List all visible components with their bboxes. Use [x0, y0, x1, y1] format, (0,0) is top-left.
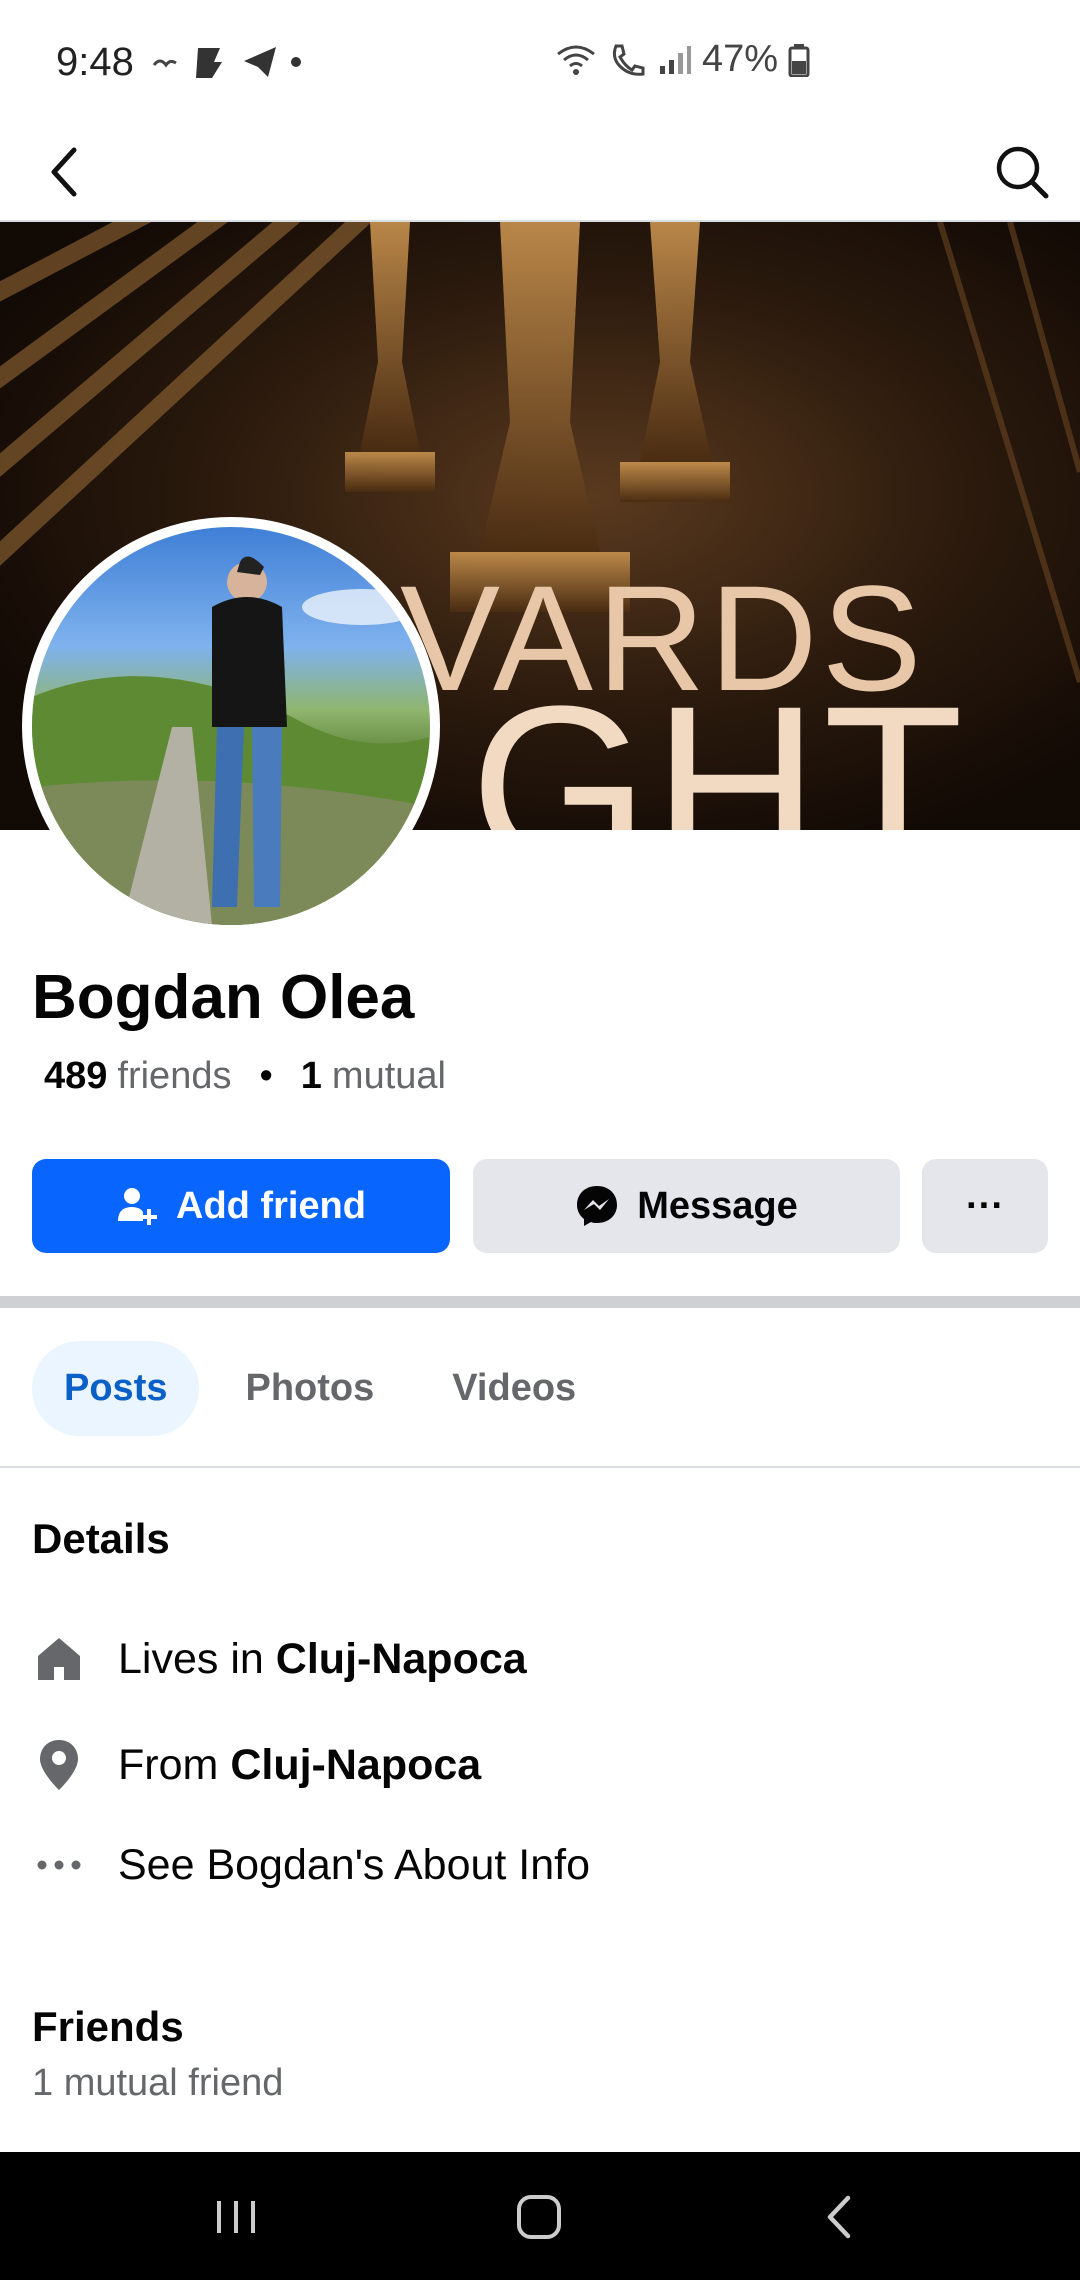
system-back-button[interactable]: [800, 2182, 880, 2252]
signal-icon: [659, 45, 691, 74]
profile-photo: [32, 527, 430, 925]
from-city: Cluj-Napoca: [230, 1740, 482, 1789]
home-icon: [32, 1632, 86, 1686]
tab-photos[interactable]: Photos: [213, 1341, 406, 1436]
brand-b-icon: [196, 48, 222, 78]
search-button[interactable]: [986, 136, 1058, 208]
about-info-label: See Bogdan's About Info: [118, 1840, 591, 1889]
tabs-divider: [0, 1466, 1080, 1468]
profile-photo-art: [32, 556, 430, 925]
separator-dot: •: [259, 1055, 273, 1097]
details-title: Details: [32, 1515, 170, 1562]
telegram-icon: [244, 47, 276, 77]
messenger-icon: [577, 1186, 618, 1226]
friends-count: 489: [44, 1055, 108, 1097]
friends-title: Friends: [32, 2003, 184, 2050]
lives-in-row[interactable]: Lives in Cluj-Napoca: [32, 1632, 527, 1686]
location-pin-icon: [32, 1738, 86, 1792]
friends-label: friends: [117, 1055, 232, 1097]
message-button[interactable]: Message: [473, 1159, 900, 1253]
back-button[interactable]: [32, 140, 96, 204]
lives-in-prefix: Lives in: [118, 1634, 264, 1683]
add-friend-label: Add friend: [176, 1184, 366, 1227]
system-nav-bar: [0, 2152, 1080, 2280]
chevron-left-icon: [51, 147, 77, 197]
add-friend-button[interactable]: Add friend: [32, 1159, 450, 1253]
from-prefix: From: [118, 1740, 219, 1789]
system-status: 47%: [554, 38, 810, 81]
status-time: 9:48: [56, 40, 134, 84]
home-button[interactable]: [499, 2182, 579, 2252]
search-icon: [996, 146, 1049, 199]
battery-percent: 47%: [701, 38, 778, 80]
notification-icons: [150, 44, 302, 80]
recent-apps-button[interactable]: [196, 2182, 276, 2252]
back-nav-icon: [827, 2195, 851, 2239]
mutual-friends-count: 1 mutual friend: [32, 2062, 284, 2104]
more-icon: ···: [966, 1184, 1004, 1227]
call-icon: [612, 44, 645, 76]
mutual-label: mutual: [331, 1055, 446, 1097]
section-divider: [0, 1296, 1080, 1308]
add-person-icon: [118, 1188, 157, 1225]
top-nav-bar: [0, 120, 1080, 222]
tab-videos[interactable]: Videos: [420, 1341, 608, 1436]
from-row[interactable]: From Cluj-Napoca: [32, 1738, 481, 1792]
dot-icon: [291, 57, 301, 67]
more-options-button[interactable]: ···: [922, 1159, 1048, 1253]
lives-in-city: Cluj-Napoca: [275, 1634, 527, 1683]
avatar[interactable]: [22, 517, 440, 935]
profile-tabs: Posts Photos Videos: [32, 1341, 608, 1436]
mutual-count: 1: [300, 1055, 322, 1097]
home-nav-icon: [517, 2195, 561, 2239]
wifi-icon: [557, 45, 595, 75]
tab-posts[interactable]: Posts: [32, 1341, 200, 1436]
weather-icon: [152, 59, 177, 68]
status-bar: 9:48 47%: [0, 0, 1080, 120]
message-label: Message: [637, 1184, 798, 1227]
recent-apps-icon: [217, 2201, 255, 2233]
more-dots-icon: [32, 1838, 86, 1892]
about-info-row[interactable]: See Bogdan's About Info: [32, 1838, 590, 1892]
battery-icon: [788, 43, 810, 77]
profile-name: Bogdan Olea: [32, 963, 415, 1032]
profile-page: 9:48 47% VARDS GHT Bogdan Olea 489 frien…: [0, 0, 1080, 2280]
cover-text-line2: GHT: [470, 658, 968, 831]
friends-summary[interactable]: 489 friends • 1 mutual: [44, 1055, 446, 1098]
